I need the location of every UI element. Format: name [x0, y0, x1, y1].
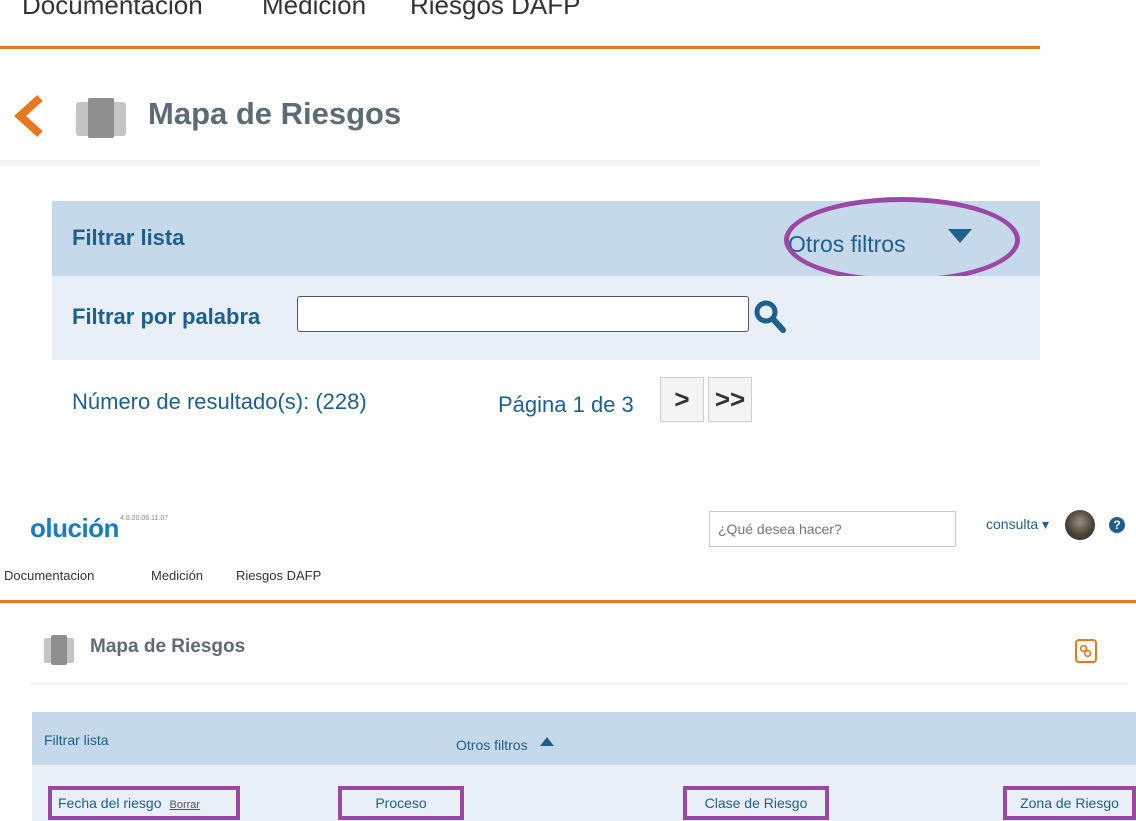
- filter-list-label: Filtrar lista: [72, 225, 185, 250]
- filter-header: Filtrar lista Otros filtros: [32, 712, 1136, 765]
- filter-list-label: Filtrar lista: [44, 732, 109, 748]
- filter-clase-de-riesgo[interactable]: Clase de Riesgo: [683, 786, 829, 820]
- global-search-box: [709, 511, 956, 547]
- help-icon[interactable]: ?: [1109, 517, 1125, 533]
- filter-fecha-del-riesgo[interactable]: Fecha del riesgo Borrar: [48, 786, 240, 820]
- filter-fecha-label: Fecha del riesgo: [58, 795, 162, 811]
- filters-row: Fecha del riesgo Borrar Proceso Clase de …: [32, 765, 1136, 821]
- nav-medicion[interactable]: Medición: [151, 568, 203, 583]
- page-title: Mapa de Riesgos: [148, 96, 402, 131]
- filter-proceso[interactable]: Proceso: [338, 786, 464, 820]
- clear-date-link[interactable]: Borrar: [170, 799, 201, 811]
- filter-word-input[interactable]: [297, 296, 749, 332]
- caret-up-icon[interactable]: [540, 737, 554, 746]
- other-filters-toggle[interactable]: Otros filtros: [456, 737, 528, 753]
- nav-documentacion[interactable]: Documentacion: [22, 0, 203, 21]
- page-header: Mapa de Riesgos: [0, 70, 1040, 166]
- link-icon[interactable]: [1075, 639, 1097, 663]
- search-icon[interactable]: [752, 298, 786, 334]
- version-label: 4.8.20.06.11.07: [120, 515, 169, 522]
- document-icon: [76, 98, 126, 138]
- filter-zona-de-riesgo[interactable]: Zona de Riesgo: [1003, 786, 1136, 820]
- back-arrow-icon[interactable]: [10, 94, 50, 138]
- page-indicator: Página 1 de 3: [498, 392, 634, 417]
- global-search-input[interactable]: [710, 512, 955, 546]
- filter-header: Filtrar lista Otros filtros: [52, 197, 1040, 283]
- nav-riesgos-dafp[interactable]: Riesgos DAFP: [236, 568, 321, 583]
- page-title: Mapa de Riesgos: [90, 636, 246, 657]
- nav-medicion[interactable]: Medición: [262, 0, 366, 21]
- document-icon: [44, 635, 74, 665]
- top-nav-bar: Documentacion Medición Riesgos DAFP: [0, 0, 1040, 49]
- avatar[interactable]: [1065, 510, 1095, 540]
- next-page-button[interactable]: >: [660, 377, 704, 422]
- main-nav-bar: Documentacion Medición Riesgos DAFP: [0, 556, 1136, 603]
- results-count: Número de resultado(s): (228): [72, 389, 367, 414]
- filter-by-word-label: Filtrar por palabra: [72, 304, 261, 329]
- brand-logo: olución: [30, 513, 119, 543]
- page-header: Mapa de Riesgos: [30, 603, 1128, 685]
- user-menu[interactable]: consulta ▾: [986, 516, 1049, 533]
- nav-riesgos-dafp[interactable]: Riesgos DAFP: [410, 0, 581, 21]
- last-page-button[interactable]: >>: [708, 377, 752, 422]
- word-filter-row: Filtrar por palabra: [52, 276, 1040, 360]
- highlight-ellipse: [784, 197, 1020, 283]
- nav-documentacion[interactable]: Documentacion: [4, 568, 94, 583]
